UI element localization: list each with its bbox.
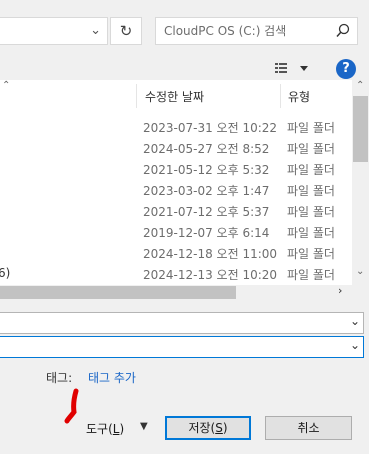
sort-ascending-icon[interactable]: ⌃ xyxy=(2,80,10,91)
item-type: 파일 폴더 xyxy=(287,163,335,177)
chevron-down-icon[interactable]: ⌄ xyxy=(350,338,360,352)
list-item[interactable]: 2024-05-27 오전 8:52 파일 폴더 xyxy=(0,137,352,158)
item-type: 파일 폴더 xyxy=(287,268,335,282)
address-bar[interactable]: ⌄ xyxy=(0,17,108,45)
list-item[interactable]: 2021-07-12 오후 5:37 파일 폴더 xyxy=(0,200,352,221)
cancel-label: 취소 xyxy=(297,421,320,435)
add-tag-link[interactable]: 태그 추가 xyxy=(88,369,136,386)
column-header-type[interactable]: 유형 xyxy=(288,88,310,105)
item-modified: 2024-12-13 오전 10:20 xyxy=(143,268,278,282)
item-modified: 2023-03-02 오후 1:47 xyxy=(143,184,270,198)
item-type: 파일 폴더 xyxy=(287,142,335,156)
item-modified: 2024-05-27 오전 8:52 xyxy=(143,142,270,156)
file-list[interactable]: ⌃ 수정한 날짜 유형 2023-07-31 오전 10:22 파일 폴더 20… xyxy=(0,80,352,285)
scrollbar-thumb[interactable] xyxy=(353,96,368,162)
list-item[interactable]: 2023-07-31 오전 10:22 파일 폴더 xyxy=(0,116,352,137)
search-input[interactable] xyxy=(164,22,324,40)
tools-menu-button[interactable]: 도구(L) xyxy=(86,420,124,437)
window-bottom-edge xyxy=(0,449,369,454)
list-item[interactable]: 2024-12-18 오전 11:00 파일 폴더 xyxy=(0,242,352,263)
list-item[interactable]: 2021-05-12 오후 5:32 파일 폴더 xyxy=(0,158,352,179)
file-name-combobox[interactable]: ⌄ xyxy=(0,312,364,334)
chevron-down-icon[interactable]: ⌄ xyxy=(90,23,101,38)
item-type: 파일 폴더 xyxy=(287,226,335,240)
toolbar xyxy=(0,60,369,80)
view-options-icon[interactable] xyxy=(273,60,313,78)
chevron-down-icon[interactable]: ⌄ xyxy=(350,314,360,328)
help-icon[interactable]: ? xyxy=(336,59,356,79)
item-modified: 2021-05-12 오후 5:32 xyxy=(143,163,270,177)
red-annotation-mark xyxy=(64,388,79,424)
column-header-modified[interactable]: 수정한 날짜 xyxy=(145,88,204,105)
tools-shortcut-key: L xyxy=(112,422,120,436)
save-label: 저장 xyxy=(188,421,211,435)
item-type: 파일 폴더 xyxy=(287,205,335,219)
list-item[interactable]: 2023-03-02 오후 1:47 파일 폴더 xyxy=(0,179,352,200)
save-shortcut-key: S xyxy=(215,421,223,435)
tags-label: 태그: xyxy=(46,371,73,385)
save-button[interactable]: 저장(S) xyxy=(165,416,251,440)
item-type: 파일 폴더 xyxy=(287,247,335,261)
cancel-button[interactable]: 취소 xyxy=(265,416,352,440)
item-modified: 2019-12-07 오후 6:14 xyxy=(143,226,270,240)
item-modified: 2023-07-31 오전 10:22 xyxy=(143,121,278,135)
item-name: 6) xyxy=(0,266,11,280)
tools-label: 도구 xyxy=(86,422,109,436)
refresh-icon: ↻ xyxy=(119,22,133,40)
scroll-down-icon[interactable]: ⌄ xyxy=(356,266,364,277)
file-type-combobox[interactable]: ⌄ xyxy=(0,336,364,358)
vertical-scrollbar[interactable]: ⌃ ⌄ xyxy=(352,80,369,285)
search-icon[interactable] xyxy=(335,22,351,40)
item-type: 파일 폴더 xyxy=(287,184,335,198)
scrollbar-corner xyxy=(352,285,369,300)
horizontal-scrollbar[interactable]: › xyxy=(0,284,352,300)
column-divider[interactable] xyxy=(136,84,137,108)
list-header: ⌃ 수정한 날짜 유형 xyxy=(0,80,352,110)
refresh-button[interactable]: ↻ xyxy=(110,17,142,45)
scroll-up-icon[interactable]: ⌃ xyxy=(356,80,364,91)
item-modified: 2024-12-18 오전 11:00 xyxy=(143,247,278,261)
item-type: 파일 폴더 xyxy=(287,121,335,135)
list-item[interactable]: 6) 2024-12-13 오전 10:20 파일 폴더 xyxy=(0,263,352,284)
scrollbar-thumb[interactable] xyxy=(0,286,236,299)
column-divider[interactable] xyxy=(280,84,281,108)
search-box[interactable] xyxy=(155,17,358,45)
item-modified: 2021-07-12 오후 5:37 xyxy=(143,205,270,219)
tools-dropdown-icon[interactable]: ▼ xyxy=(140,421,148,432)
scroll-right-icon[interactable]: › xyxy=(338,284,342,297)
list-item[interactable]: 2019-12-07 오후 6:14 파일 폴더 xyxy=(0,221,352,242)
